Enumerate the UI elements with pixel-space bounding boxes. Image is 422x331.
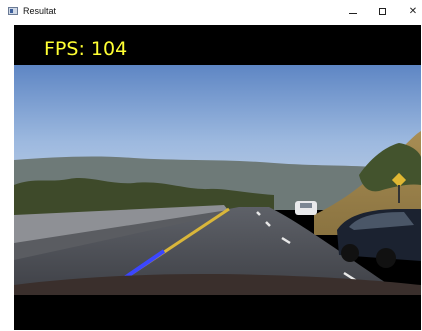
title-bar[interactable]: Resultat ✕ [0,0,422,24]
maximize-icon [379,8,386,15]
road-frame-image [14,65,421,295]
minimize-button[interactable] [340,2,366,22]
app-window: Resultat ✕ FPS: 104 [0,0,422,331]
fps-counter: FPS: 104 [44,38,128,60]
maximize-button[interactable] [370,2,396,22]
video-canvas: FPS: 104 [14,25,421,330]
close-icon: ✕ [408,6,418,17]
app-icon [8,7,18,15]
window-title: Resultat [23,6,57,16]
minimize-icon [349,13,357,14]
close-button[interactable]: ✕ [400,2,422,22]
